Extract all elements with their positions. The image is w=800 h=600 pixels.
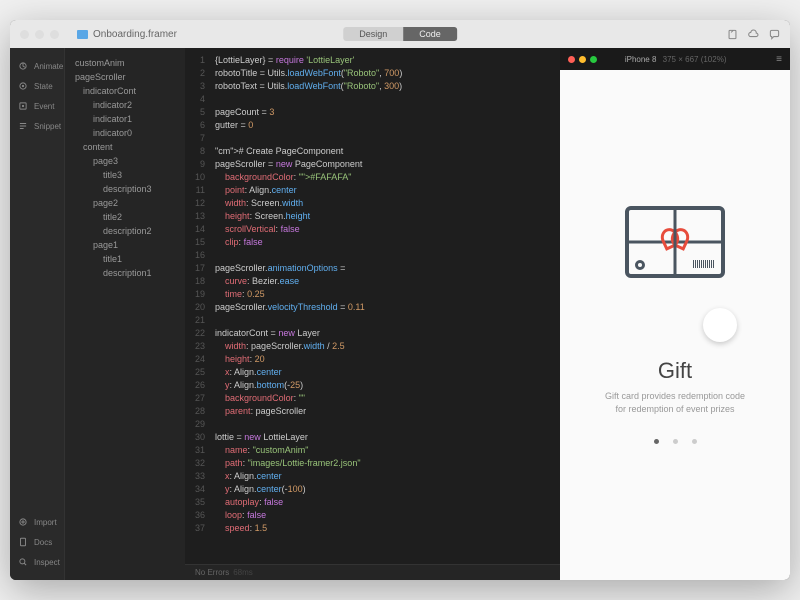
tree-indicator2[interactable]: indicator2 bbox=[65, 98, 185, 112]
gift-card-illustration bbox=[625, 206, 725, 278]
rail-event[interactable]: Event bbox=[10, 96, 64, 116]
tree-indicator1[interactable]: indicator1 bbox=[65, 112, 185, 126]
preview-close[interactable] bbox=[568, 56, 575, 63]
side-rail: AnimateStateEventSnippet ImportDocsInspe… bbox=[10, 48, 65, 580]
bow-icon bbox=[663, 228, 687, 244]
preview-min[interactable] bbox=[579, 56, 586, 63]
tree-indicatorCont[interactable]: indicatorCont bbox=[65, 84, 185, 98]
filename: Onboarding.framer bbox=[77, 29, 177, 40]
gift-title: Gift bbox=[658, 358, 692, 384]
titlebar: Onboarding.framer Design Code bbox=[10, 20, 790, 48]
hamburger-icon[interactable]: ≡ bbox=[776, 54, 782, 65]
line-gutter: 1234567891011121314151617181920212223242… bbox=[185, 48, 211, 564]
preview-header: iPhone 8 375 × 667 (102%) ≡ bbox=[560, 48, 790, 70]
tab-design[interactable]: Design bbox=[343, 27, 403, 41]
preview-zoom[interactable] bbox=[590, 56, 597, 63]
minimize-dot[interactable] bbox=[35, 30, 44, 39]
gift-description: Gift card provides redemption code for r… bbox=[605, 390, 745, 415]
tree-description3[interactable]: description3 bbox=[65, 182, 185, 196]
tree-description2[interactable]: description2 bbox=[65, 224, 185, 238]
chat-icon[interactable] bbox=[769, 29, 780, 40]
tree-title1[interactable]: title1 bbox=[65, 252, 185, 266]
preview-traffic bbox=[568, 56, 597, 63]
barcode-icon bbox=[693, 260, 715, 268]
mode-segment: Design Code bbox=[343, 27, 457, 41]
folder-icon bbox=[77, 30, 88, 39]
body: AnimateStateEventSnippet ImportDocsInspe… bbox=[10, 48, 790, 580]
phone-canvas[interactable]: Gift Gift card provides redemption code … bbox=[560, 70, 790, 580]
rail-docs[interactable]: Docs bbox=[10, 532, 64, 552]
tree-page2[interactable]: page2 bbox=[65, 196, 185, 210]
code-content[interactable]: {LottieLayer} = require 'LottieLayer'rob… bbox=[211, 48, 410, 564]
tree-page1[interactable]: page1 bbox=[65, 238, 185, 252]
tree-customAnim[interactable]: customAnim bbox=[65, 56, 185, 70]
circle-icon bbox=[635, 260, 645, 270]
slider-knob[interactable] bbox=[703, 308, 737, 342]
tree-description1[interactable]: description1 bbox=[65, 266, 185, 280]
device-icon[interactable] bbox=[727, 29, 738, 40]
page-dot-0[interactable] bbox=[654, 439, 659, 444]
tree-content[interactable]: content bbox=[65, 140, 185, 154]
app-window: Onboarding.framer Design Code AnimateSta… bbox=[10, 20, 790, 580]
titlebar-actions bbox=[727, 29, 780, 40]
rail-snippet[interactable]: Snippet bbox=[10, 116, 64, 136]
tree-indicator0[interactable]: indicator0 bbox=[65, 126, 185, 140]
preview-panel: iPhone 8 375 × 667 (102%) ≡ Gift Gift ca… bbox=[560, 48, 790, 580]
status-bar: No Errors 68ms bbox=[185, 564, 560, 580]
code-editor: 1234567891011121314151617181920212223242… bbox=[185, 48, 560, 580]
rail-import[interactable]: Import bbox=[10, 512, 64, 532]
status-errors: No Errors bbox=[195, 568, 229, 577]
tree-pageScroller[interactable]: pageScroller bbox=[65, 70, 185, 84]
cloud-icon[interactable] bbox=[748, 29, 759, 40]
rail-animate[interactable]: Animate bbox=[10, 56, 64, 76]
rail-inspect[interactable]: Inspect bbox=[10, 552, 64, 572]
preview-device-label: iPhone 8 375 × 667 (102%) bbox=[625, 55, 727, 64]
status-time: 68ms bbox=[233, 568, 253, 577]
tab-code[interactable]: Code bbox=[403, 27, 457, 41]
page-indicators bbox=[654, 439, 697, 444]
page-dot-2[interactable] bbox=[692, 439, 697, 444]
filename-text: Onboarding.framer bbox=[93, 29, 177, 40]
tree-page3[interactable]: page3 bbox=[65, 154, 185, 168]
code-area[interactable]: 1234567891011121314151617181920212223242… bbox=[185, 48, 560, 564]
rail-state[interactable]: State bbox=[10, 76, 64, 96]
traffic-lights bbox=[20, 30, 59, 39]
layer-tree[interactable]: customAnimpageScrollerindicatorContindic… bbox=[65, 48, 185, 580]
zoom-dot[interactable] bbox=[50, 30, 59, 39]
close-dot[interactable] bbox=[20, 30, 29, 39]
tree-title2[interactable]: title2 bbox=[65, 210, 185, 224]
tree-title3[interactable]: title3 bbox=[65, 168, 185, 182]
page-dot-1[interactable] bbox=[673, 439, 678, 444]
